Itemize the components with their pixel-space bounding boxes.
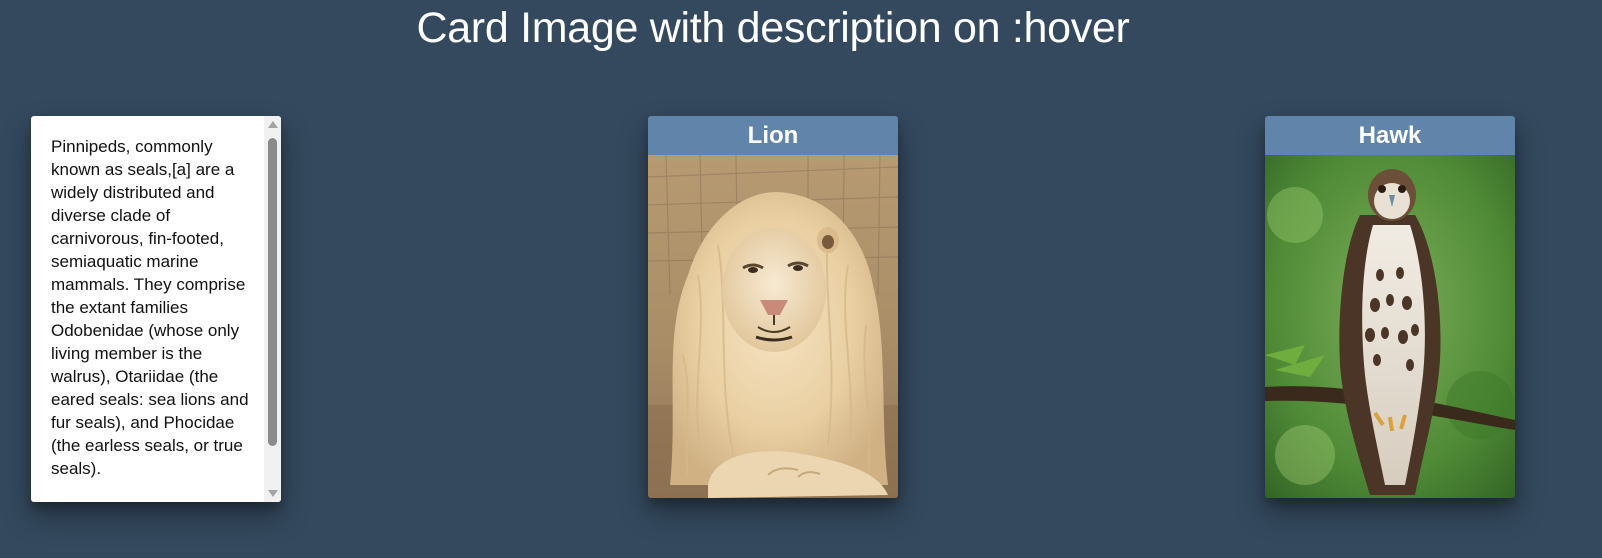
scroll-up-arrow-icon[interactable] xyxy=(268,121,278,128)
scroll-down-arrow-icon[interactable] xyxy=(268,490,278,497)
description-scrollbar[interactable] xyxy=(264,116,281,502)
card-lion[interactable]: Lion xyxy=(648,116,898,498)
card-seal[interactable]: Pinnipeds, commonly known as seals,[a] a… xyxy=(31,116,281,502)
scroll-thumb[interactable] xyxy=(268,138,277,446)
card-description: Pinnipeds, commonly known as seals,[a] a… xyxy=(51,137,249,478)
page-title: Card Image with description on :hover xyxy=(416,4,1130,52)
card-title: Lion xyxy=(648,116,898,155)
hawk-photo-icon xyxy=(1265,155,1515,498)
lion-photo-icon xyxy=(648,155,898,498)
lion-image xyxy=(648,155,898,498)
hawk-image xyxy=(1265,155,1515,498)
card-title: Hawk xyxy=(1265,116,1515,155)
card-hawk[interactable]: Hawk xyxy=(1265,116,1515,498)
page: Card Image with description on :hover Pi… xyxy=(0,0,1602,558)
